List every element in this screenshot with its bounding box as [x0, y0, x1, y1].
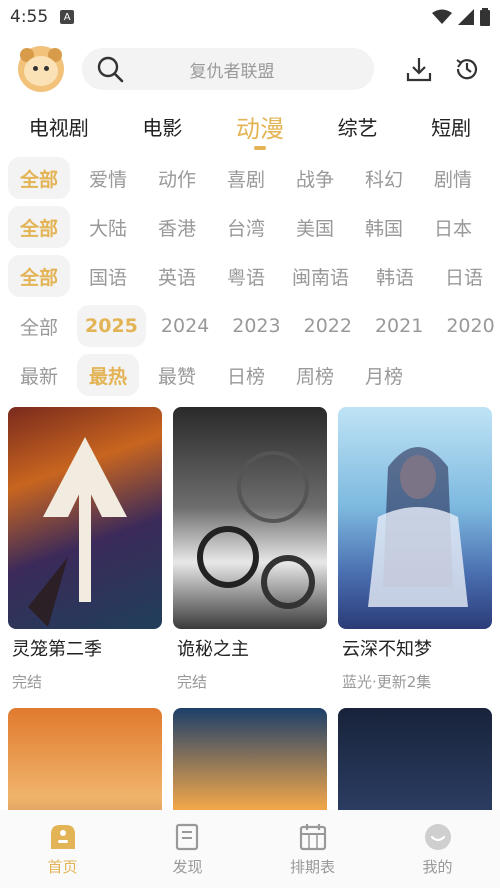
notification-a-icon: A [60, 10, 75, 24]
card-status: 完结 [177, 673, 208, 691]
tab-anime[interactable]: 动漫 [236, 109, 284, 144]
language-filter-chip[interactable]: 粤语 [215, 255, 277, 297]
card-title: 灵笼第二季 [12, 639, 102, 660]
card-status: 蓝光·更新2集 [342, 673, 432, 691]
poster-image [8, 407, 162, 629]
search-input[interactable]: 复仇者联盟 [82, 48, 374, 90]
region-filter-chip[interactable]: 香港 [146, 206, 208, 248]
language-filter-chip[interactable]: 英语 [146, 255, 208, 297]
nav-home-label: 首页 [47, 857, 78, 876]
sort-filter-chip[interactable]: 月榜 [353, 354, 415, 396]
status-bar: 4:55 A [0, 0, 500, 34]
language-filter-chip[interactable]: 日语 [433, 255, 495, 297]
genre-filter-chip[interactable]: 喜剧 [215, 157, 277, 199]
nav-schedule-label: 排期表 [289, 857, 335, 876]
year-filter-chip[interactable]: 2022 [296, 305, 360, 347]
region-filter-chip[interactable]: 台湾 [215, 206, 277, 248]
calendar-icon [298, 822, 328, 852]
discover-icon [173, 822, 203, 852]
language-filter-chip[interactable]: 国语 [77, 255, 139, 297]
history-icon [456, 59, 478, 80]
genre-filter-row: 全部 爱情 动作 喜剧 战争 科幻 剧情 [8, 157, 500, 199]
year-filter-chip[interactable]: 2021 [367, 305, 431, 347]
nav-schedule[interactable]: 排期表 [273, 822, 353, 877]
wifi-icon [432, 9, 452, 24]
sort-filter-row: 最新 最热 最赞 日榜 周榜 月榜 [8, 354, 500, 396]
year-filter-chip[interactable]: 全部 [8, 305, 70, 347]
sort-filter-chip[interactable]: 最新 [8, 354, 70, 396]
battery-icon [480, 8, 490, 26]
genre-filter-chip[interactable]: 动作 [146, 157, 208, 199]
bottom-nav: 首页 发现 排期表 我的 [0, 810, 500, 888]
history-button[interactable] [452, 54, 482, 84]
tab-tv-series[interactable]: 电视剧 [29, 112, 89, 141]
content-card[interactable]: 诡秘之主 完结 [173, 407, 327, 692]
signal-icon [458, 9, 474, 25]
card-title: 云深不知梦 [342, 639, 432, 660]
language-filter-row: 全部 国语 英语 粤语 闽南语 韩语 日语 [8, 255, 500, 297]
card-status: 完结 [12, 673, 43, 691]
region-filter-chip[interactable]: 日本 [422, 206, 484, 248]
year-filter-chip[interactable]: 2024 [153, 305, 217, 347]
region-filter-chip[interactable]: 全部 [8, 206, 70, 248]
genre-filter-chip[interactable]: 战争 [284, 157, 346, 199]
nav-home[interactable]: 首页 [23, 822, 103, 877]
language-filter-chip[interactable]: 韩语 [364, 255, 426, 297]
tab-variety[interactable]: 综艺 [338, 112, 378, 141]
hamster-logo[interactable] [18, 46, 64, 92]
nav-profile[interactable]: 我的 [398, 822, 478, 877]
search-icon [97, 56, 124, 83]
nav-discover-label: 发现 [172, 857, 203, 876]
genre-filter-chip[interactable]: 全部 [8, 157, 70, 199]
sort-filter-chip[interactable]: 最赞 [146, 354, 208, 396]
genre-filter-chip[interactable]: 剧情 [422, 157, 484, 199]
language-filter-chip[interactable]: 全部 [8, 255, 70, 297]
region-filter-chip[interactable]: 大陆 [77, 206, 139, 248]
sort-filter-chip[interactable]: 周榜 [284, 354, 346, 396]
content-card[interactable]: 云深不知梦 蓝光·更新2集 [338, 407, 492, 692]
year-filter-row: 全部 2025 2024 2023 2022 2021 2020 [8, 305, 500, 347]
download-button[interactable] [404, 54, 434, 84]
region-filter-row: 全部 大陆 香港 台湾 美国 韩国 日本 [8, 206, 500, 248]
home-icon [48, 822, 78, 852]
poster-image [338, 407, 492, 629]
year-filter-chip[interactable]: 2025 [77, 305, 146, 347]
language-filter-chip[interactable]: 闽南语 [284, 255, 357, 297]
status-time: 4:55 [10, 7, 49, 27]
poster-image [173, 407, 327, 629]
region-filter-chip[interactable]: 美国 [284, 206, 346, 248]
header: 复仇者联盟 [0, 40, 500, 98]
main-tabs: 电视剧 电影 动漫 综艺 短剧 [0, 104, 500, 148]
nav-profile-label: 我的 [422, 857, 453, 876]
content-card[interactable]: 灵笼第二季 完结 [8, 407, 162, 692]
tab-movies[interactable]: 电影 [142, 112, 182, 141]
search-placeholder: 复仇者联盟 [189, 61, 275, 82]
sort-filter-chip[interactable]: 日榜 [215, 354, 277, 396]
genre-filter-chip[interactable]: 科幻 [353, 157, 415, 199]
genre-filter-chip[interactable]: 爱情 [77, 157, 139, 199]
card-title: 诡秘之主 [177, 639, 249, 660]
region-filter-chip[interactable]: 韩国 [353, 206, 415, 248]
download-icon [406, 58, 432, 82]
year-filter-chip[interactable]: 2020 [438, 305, 500, 347]
year-filter-chip[interactable]: 2023 [224, 305, 288, 347]
tab-short-drama[interactable]: 短剧 [431, 112, 471, 141]
sort-filter-chip[interactable]: 最热 [77, 354, 139, 396]
profile-icon [423, 822, 453, 852]
nav-discover[interactable]: 发现 [148, 822, 228, 877]
